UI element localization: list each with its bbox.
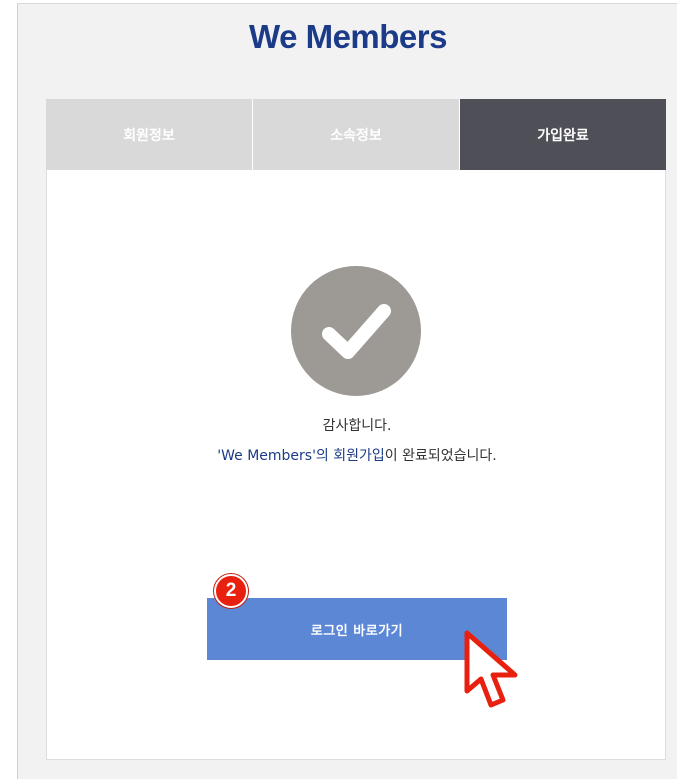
step-tab-affiliation-info[interactable]: 소속정보 xyxy=(253,99,460,170)
check-icon xyxy=(291,266,421,396)
step-number-badge: 2 xyxy=(214,574,248,608)
completion-message-highlight: 'We Members'의 회원가입 xyxy=(217,448,385,464)
signup-steps: 회원정보 소속정보 가입완료 xyxy=(46,99,666,170)
thank-you-text: 감사합니다. xyxy=(322,418,392,434)
step-tab-signup-complete[interactable]: 가입완료 xyxy=(460,99,666,170)
login-shortcut-button[interactable]: 로그인 바로가기 xyxy=(207,598,507,660)
completion-message-rest: 이 완료되었습니다. xyxy=(384,448,497,464)
site-title: We Members xyxy=(249,18,447,55)
hand-pointer-icon xyxy=(463,629,533,717)
step-tab-member-info[interactable]: 회원정보 xyxy=(46,99,253,170)
signup-window: We Members 회원정보 소속정보 가입완료 감사합니다. 'We Mem… xyxy=(17,3,677,779)
completion-panel: 감사합니다. 'We Members'의 회원가입이 완료되었습니다. 로그인 … xyxy=(46,170,666,760)
completion-message: 'We Members'의 회원가입이 완료되었습니다. xyxy=(47,445,667,465)
